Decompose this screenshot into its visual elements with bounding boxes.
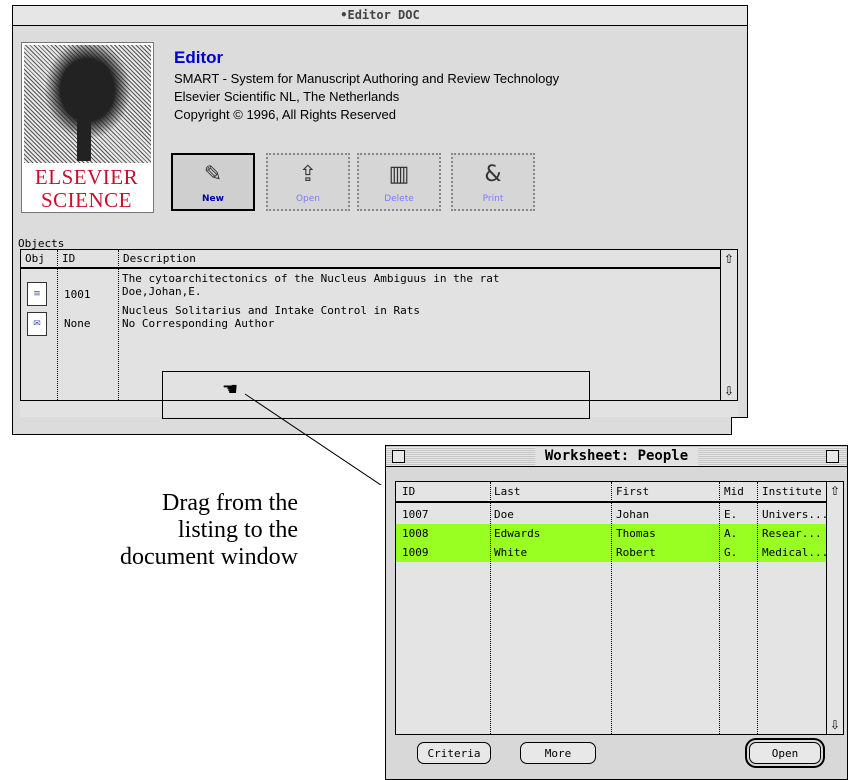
worksheet-title-bar[interactable]: Worksheet: People [386, 446, 847, 467]
worksheet-title: Worksheet: People [534, 447, 699, 465]
id-cell: 1009 [402, 546, 429, 559]
open-button[interactable]: Open [749, 742, 821, 764]
column-divider [490, 482, 491, 734]
column-header-id[interactable]: ID [402, 482, 415, 501]
institute-cell: Univers... [762, 508, 829, 521]
column-header-institute[interactable]: Institute [762, 482, 822, 501]
scroll-down-arrow-icon[interactable]: ⇩ [828, 718, 842, 732]
middle-initial-cell: E. [724, 508, 738, 521]
column-header-first[interactable]: First [616, 482, 649, 501]
first-name-cell: Thomas [616, 527, 656, 540]
id-cell: 1008 [402, 527, 429, 540]
middle-initial-cell: A. [724, 527, 738, 540]
last-name-cell: Edwards [494, 527, 541, 540]
last-name-cell: White [494, 546, 528, 559]
middle-initial-cell: G. [724, 546, 738, 559]
first-name-cell: Johan [616, 508, 650, 521]
close-box-icon[interactable] [392, 450, 405, 463]
people-scrollbar[interactable]: ⇧ ⇩ [827, 481, 844, 735]
people-table[interactable]: ID Last First Mid Institute 1007 Doe Joh… [395, 481, 829, 735]
more-button[interactable]: More [520, 742, 596, 764]
worksheet-window: Worksheet: People ID Last First Mid Inst… [385, 445, 848, 780]
column-divider [719, 482, 720, 734]
column-divider [611, 482, 612, 734]
caption-mask [298, 485, 385, 575]
criteria-button[interactable]: Criteria [417, 742, 491, 764]
last-name-cell: Doe [494, 508, 514, 521]
column-header-last[interactable]: Last [494, 482, 521, 501]
zoom-box-icon[interactable] [826, 450, 839, 463]
institute-cell: Medical... [762, 546, 829, 559]
institute-cell: Resear... [762, 527, 822, 540]
column-header-mid[interactable]: Mid [724, 482, 744, 501]
id-cell: 1007 [402, 508, 429, 521]
first-name-cell: Robert [616, 546, 656, 559]
scroll-up-arrow-icon[interactable]: ⇧ [828, 484, 842, 498]
column-divider [757, 482, 758, 734]
